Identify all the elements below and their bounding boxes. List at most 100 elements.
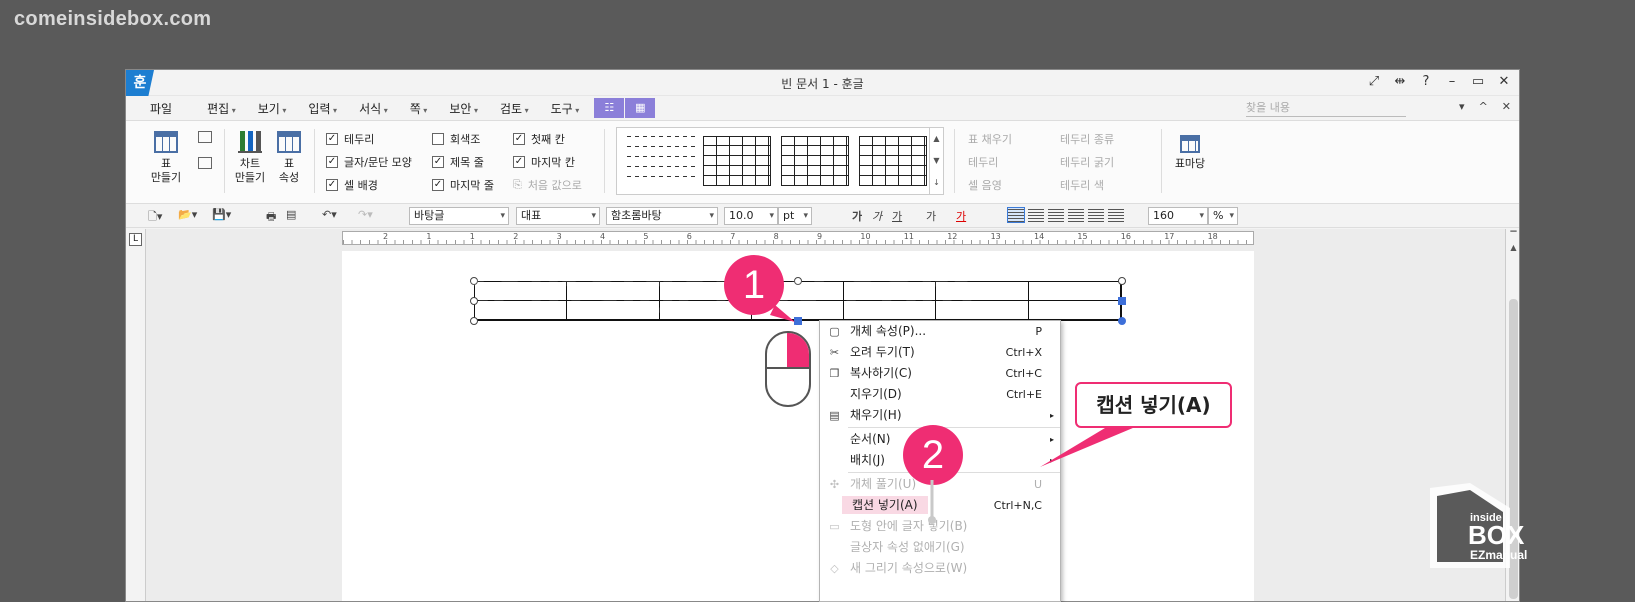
minimize-button[interactable]: – [1445, 74, 1459, 89]
table-cell-icon[interactable] [198, 157, 212, 169]
search-dropdown-icon[interactable]: ▾ [1459, 100, 1465, 113]
close-button[interactable]: ✕ [1497, 74, 1511, 89]
gallery-expand-icon[interactable]: ↓ [930, 172, 943, 194]
table-edit-icon[interactable] [198, 131, 212, 143]
reset-defaults-button[interactable]: ⎘ 처음 값으로 [513, 177, 582, 193]
close-doc-icon[interactable]: ✕ [1502, 100, 1511, 113]
menu-item-label: 채우기(H) [850, 408, 902, 422]
resize-handle[interactable] [1118, 317, 1126, 325]
language-select[interactable]: 대표 [516, 207, 600, 225]
menu-review[interactable]: 검토 [489, 100, 540, 117]
menu-file[interactable]: 파일 [126, 100, 196, 117]
table-design-tab-icon[interactable]: ☷ [594, 98, 625, 118]
style-select[interactable]: 바탕글 [409, 207, 509, 225]
style-thumb-grid-3[interactable] [859, 136, 927, 186]
italic-button[interactable]: 가 [872, 208, 882, 224]
align-distribute-button[interactable] [1088, 208, 1104, 222]
table-style-gallery[interactable]: ▲ ▼ ↓ [616, 127, 944, 195]
context-menu-item[interactable]: 지우기(D) Ctrl+E [820, 384, 1060, 405]
create-table-button[interactable]: 표 만들기 [144, 131, 188, 185]
style-thumb-grid-1[interactable] [703, 136, 771, 186]
border-button[interactable]: 테두리 [968, 154, 998, 170]
check-last-row[interactable]: ✓ 마지막 줄 [432, 177, 494, 193]
menu-view[interactable]: 보기 [247, 100, 298, 117]
zoom-unit-select[interactable]: % [1208, 207, 1238, 225]
font-select[interactable]: 함초롬바탕 [606, 207, 718, 225]
zoom-input[interactable]: 160 [1148, 207, 1208, 225]
check-header-row[interactable]: ✓ 제목 줄 [432, 154, 484, 170]
table-layout-tab-icon[interactable]: ▦ [625, 98, 656, 118]
gallery-scroll[interactable]: ▲ ▼ ↓ [929, 128, 943, 194]
size-unit-select[interactable]: pt [778, 207, 812, 225]
create-chart-button[interactable]: 차트 만들기 [230, 131, 270, 185]
check-grayscale[interactable]: 회색조 [432, 131, 480, 147]
check-first-col[interactable]: ✓ 첫째 칸 [513, 131, 565, 147]
menu-format[interactable]: 서식 [348, 100, 399, 117]
undo-icon[interactable]: ↶▾ [322, 208, 337, 221]
save-icon[interactable]: 💾▾ [212, 208, 231, 221]
menu-insert[interactable]: 입력 [297, 100, 348, 117]
help-icon[interactable]: ? [1419, 74, 1433, 89]
menu-security[interactable]: 보안 [438, 100, 489, 117]
cell-shade-button[interactable]: 셀 음영 [968, 177, 1002, 193]
check-cell-bg[interactable]: ✓ 셀 배경 [326, 177, 378, 193]
context-menu-item[interactable]: 캡션 넣기(A) Ctrl+N,C [820, 495, 1060, 516]
menu-item-label: 복사하기(C) [850, 366, 912, 380]
redo-icon[interactable]: ↷▾ [358, 208, 373, 221]
context-menu-item[interactable]: ❐ 복사하기(C) Ctrl+C [820, 363, 1060, 384]
bold-button[interactable]: 가 [852, 208, 862, 224]
context-menu-item[interactable]: ▢ 개체 속성(P)... P [820, 321, 1060, 342]
context-menu-item[interactable]: ✂ 오려 두기(T) Ctrl+X [820, 342, 1060, 363]
menu-edit[interactable]: 편집 [196, 100, 247, 117]
preview-icon[interactable]: ▤ [286, 208, 296, 221]
border-weight-button[interactable]: 테두리 굵기 [1060, 154, 1114, 170]
ruler-number: 3 [556, 232, 562, 241]
table-properties-button[interactable]: 표 속성 [272, 131, 306, 185]
context-menu-item[interactable]: 글상자 속성 없애기(G) [820, 537, 1060, 558]
align-left-button[interactable] [1028, 208, 1044, 222]
menu-tools[interactable]: 도구 [540, 100, 591, 117]
print-icon[interactable]: 🖶 [266, 208, 276, 227]
ruler-number: 16 [1120, 232, 1131, 241]
scroll-top-icon[interactable]: ▔ [1508, 231, 1519, 241]
resize-handle[interactable] [1118, 297, 1126, 305]
fullscreen-icon[interactable]: ⤢ [1367, 74, 1381, 89]
new-doc-icon[interactable]: 🗋▾ [148, 208, 162, 227]
align-divide-button[interactable] [1108, 208, 1124, 222]
collapse-ribbon-icon[interactable]: ^ [1479, 100, 1488, 113]
scroll-up-icon[interactable]: ▲ [1508, 243, 1519, 253]
border-type-button[interactable]: 테두리 종류 [1060, 131, 1114, 147]
menu-page[interactable]: 쪽 [399, 100, 439, 117]
create-table-label-2: 만들기 [150, 171, 182, 184]
check-last-col[interactable]: ✓ 마지막 칸 [513, 154, 575, 170]
check-char-para[interactable]: ✓ 글자/문단 모양 [326, 154, 412, 170]
strike-button[interactable]: 가 [926, 208, 936, 224]
context-menu-item[interactable]: ◇ 새 그리기 속성으로(W) [820, 558, 1060, 579]
find-input[interactable]: 찾을 내용 [1246, 99, 1406, 117]
check-border[interactable]: ✓ 테두리 [326, 131, 374, 147]
layout-icon[interactable]: ⇹ [1393, 74, 1407, 89]
underline-button[interactable]: 가 [892, 208, 902, 224]
resize-handle[interactable] [1118, 277, 1126, 285]
maximize-button[interactable]: ▭ [1471, 74, 1485, 89]
font-size-input[interactable]: 10.0 [724, 207, 778, 225]
open-icon[interactable]: 📂▾ [178, 208, 197, 221]
menu-item-label: 지우기(D) [850, 387, 902, 401]
context-menu-item[interactable]: ▤ 채우기(H) ▸ [820, 405, 1060, 426]
tab-stop-icon[interactable]: L [129, 233, 142, 246]
table-fill-button[interactable]: 표 채우기 [968, 131, 1012, 147]
font-color-button[interactable]: 가 [956, 208, 966, 224]
style-thumb-grid-2[interactable] [781, 136, 849, 186]
context-menu-item[interactable]: ▭ 도형 안에 글자 넣기(B) [820, 516, 1060, 537]
horizontal-ruler[interactable]: 2 1 1 2 3 4 5 6 7 8 9 10 11 12 13 14 15 16 17 18 [342, 231, 1254, 245]
table-style-button[interactable]: 표마당 [1168, 135, 1212, 171]
scroll-up-icon[interactable]: ▲ [930, 128, 943, 150]
scroll-down-icon[interactable]: ▼ [930, 150, 943, 172]
style-thumb-dashed[interactable] [627, 136, 695, 186]
border-color-button[interactable]: 테두리 색 [1060, 177, 1104, 193]
align-justify-button[interactable] [1007, 207, 1025, 223]
menu-bar: 파일 편집 보기 입력 서식 쪽 보안 검토 도구 ☷ ▦ 찾을 내용 ▾ ^ … [126, 96, 1519, 120]
align-right-button[interactable] [1068, 208, 1084, 222]
menu-item-label: 배치(J) [850, 453, 885, 467]
align-center-button[interactable] [1048, 208, 1064, 222]
